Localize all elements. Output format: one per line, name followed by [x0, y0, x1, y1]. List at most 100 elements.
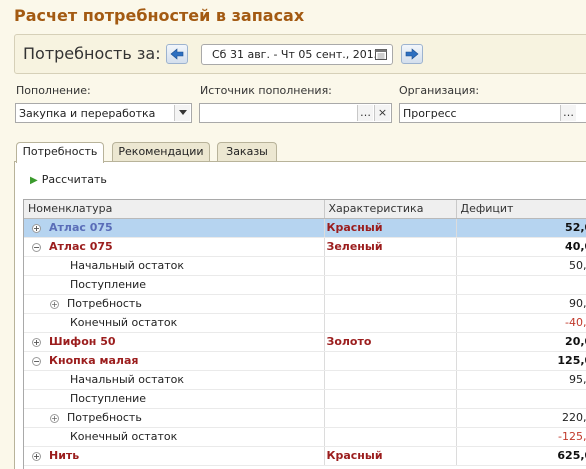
- expand-icon[interactable]: −: [32, 243, 41, 252]
- table-row[interactable]: Поступление: [24, 389, 586, 409]
- cell-deficit: 20,000: [456, 332, 586, 352]
- expand-icon[interactable]: −: [32, 357, 41, 366]
- cell-characteristic: [324, 408, 457, 428]
- replenishment-field[interactable]: Закупка и переработка: [15, 103, 192, 123]
- row-name: Потребность: [67, 297, 142, 310]
- tab-demand[interactable]: Потребность: [16, 142, 104, 163]
- cell-characteristic: [324, 294, 457, 314]
- cell-characteristic: [324, 427, 457, 447]
- calendar-icon[interactable]: [374, 47, 390, 62]
- cell-characteristic: [324, 389, 457, 409]
- row-name: Шифон 50: [49, 335, 116, 348]
- expand-icon[interactable]: +: [32, 224, 41, 233]
- cell-nomenclature: + Нить: [24, 446, 325, 466]
- calculate-button[interactable]: ▶ Рассчитать: [30, 173, 107, 186]
- source-label: Источник пополнения:: [200, 84, 332, 97]
- cell-deficit: 95,000: [456, 370, 586, 390]
- cell-nomenclature: Конечный остаток: [24, 313, 325, 333]
- period-panel: Потребность за: Сб 31 авг. - Чт 05 сент.…: [14, 34, 586, 74]
- row-name: Поступление: [70, 278, 147, 291]
- page-title: Расчет потребностей в запасах: [14, 6, 305, 25]
- table-row[interactable]: + Нить Красный625,000: [24, 446, 586, 466]
- table-row[interactable]: −Атлас 075Зеленый40,000: [24, 237, 586, 257]
- cell-deficit: [456, 389, 586, 409]
- table-row[interactable]: Конечный остаток -125,000: [24, 427, 586, 447]
- row-name: Нить: [49, 449, 80, 462]
- play-icon: ▶: [30, 175, 38, 186]
- column-header-characteristic[interactable]: Характеристика: [324, 200, 457, 219]
- arrow-left-icon: [170, 48, 184, 60]
- expand-icon[interactable]: +: [32, 338, 41, 347]
- row-name: Атлас 075: [49, 221, 113, 234]
- row-name: Конечный остаток: [70, 316, 178, 329]
- cell-deficit: 625,000: [456, 446, 586, 466]
- period-label: Потребность за:: [23, 44, 161, 63]
- next-period-button[interactable]: [401, 44, 423, 64]
- tab-recommendations[interactable]: Рекомендации: [112, 142, 210, 162]
- cell-characteristic: Красный: [324, 218, 457, 238]
- cell-deficit: 90,000: [456, 294, 586, 314]
- table-row[interactable]: + Шифон 50 Золото20,000: [24, 332, 586, 352]
- organization-field[interactable]: Прогресс …: [399, 103, 586, 123]
- cell-characteristic: Золото: [324, 332, 457, 352]
- ellipsis-icon[interactable]: …: [560, 105, 576, 121]
- cell-deficit: 220,000: [456, 408, 586, 428]
- cell-characteristic: [324, 370, 457, 390]
- cell-deficit: -40,000: [456, 313, 586, 333]
- row-name: Начальный остаток: [70, 259, 184, 272]
- cell-nomenclature: − Кнопка малая: [24, 351, 325, 371]
- row-name: Конечный остаток: [70, 430, 178, 443]
- clear-icon[interactable]: ×: [374, 105, 390, 121]
- row-name: Кнопка малая: [49, 354, 139, 367]
- replenishment-label: Пополнение:: [16, 84, 91, 97]
- dropdown-arrow-icon[interactable]: [174, 105, 190, 121]
- cell-nomenclature: Начальный остаток: [24, 256, 325, 276]
- cell-characteristic: [324, 313, 457, 333]
- table-row[interactable]: + Потребность 90,000: [24, 294, 586, 314]
- cell-deficit: 50,000: [456, 256, 586, 276]
- cell-deficit: -125,000: [456, 427, 586, 447]
- cell-nomenclature: + Шифон 50: [24, 332, 325, 352]
- period-field[interactable]: Сб 31 авг. - Чт 05 сент., 2013: [201, 44, 393, 65]
- cell-characteristic: Красный: [324, 446, 457, 466]
- organization-value: Прогресс: [403, 107, 457, 120]
- table-row[interactable]: + Потребность 220,000: [24, 408, 586, 428]
- row-name: Начальный остаток: [70, 373, 184, 386]
- cell-characteristic: [324, 275, 457, 295]
- source-field[interactable]: … ×: [199, 103, 392, 123]
- organization-label: Организация:: [399, 84, 480, 97]
- row-name: Потребность: [67, 411, 142, 424]
- cell-nomenclature: Поступление: [24, 275, 325, 295]
- demand-table[interactable]: Номенклатура Характеристика Дефицит + Атл…: [23, 199, 586, 469]
- cell-deficit: 125,000: [456, 351, 586, 371]
- cell-deficit: 40,000: [456, 237, 586, 257]
- cell-nomenclature: + Потребность: [24, 294, 325, 314]
- expand-icon[interactable]: +: [50, 300, 59, 309]
- table-row[interactable]: Начальный остаток 50,000: [24, 256, 586, 276]
- expand-icon[interactable]: +: [32, 452, 41, 461]
- cell-nomenclature: Конечный остаток: [24, 427, 325, 447]
- previous-period-button[interactable]: [166, 44, 188, 64]
- cell-nomenclature: Начальный остаток: [24, 370, 325, 390]
- table-row[interactable]: −Кнопка малая 125,000: [24, 351, 586, 371]
- table-row[interactable]: Поступление: [24, 275, 586, 295]
- cell-deficit: [456, 275, 586, 295]
- arrow-right-icon: [405, 48, 419, 60]
- row-name: Атлас 075: [49, 240, 113, 253]
- column-header-deficit[interactable]: Дефицит: [456, 200, 586, 219]
- cell-deficit: 52,000: [456, 218, 586, 238]
- table-row[interactable]: Начальный остаток 95,000: [24, 370, 586, 390]
- replenishment-value: Закупка и переработка: [19, 107, 156, 120]
- column-header-nomenclature[interactable]: Номенклатура: [24, 200, 325, 219]
- cell-characteristic: Зеленый: [324, 237, 457, 257]
- table-row[interactable]: Конечный остаток -40,000: [24, 313, 586, 333]
- expand-icon[interactable]: +: [50, 414, 59, 423]
- table-row[interactable]: + Атлас 075 Красный52,000: [24, 218, 586, 238]
- tab-orders[interactable]: Заказы: [217, 142, 277, 162]
- table-header: Номенклатура Характеристика Дефицит: [24, 200, 586, 219]
- cell-nomenclature: Поступление: [24, 389, 325, 409]
- cell-nomenclature: − Атлас 075: [24, 237, 325, 257]
- cell-characteristic: [324, 256, 457, 276]
- period-value: Сб 31 авг. - Чт 05 сент., 2013: [212, 48, 381, 61]
- ellipsis-icon[interactable]: …: [357, 105, 373, 121]
